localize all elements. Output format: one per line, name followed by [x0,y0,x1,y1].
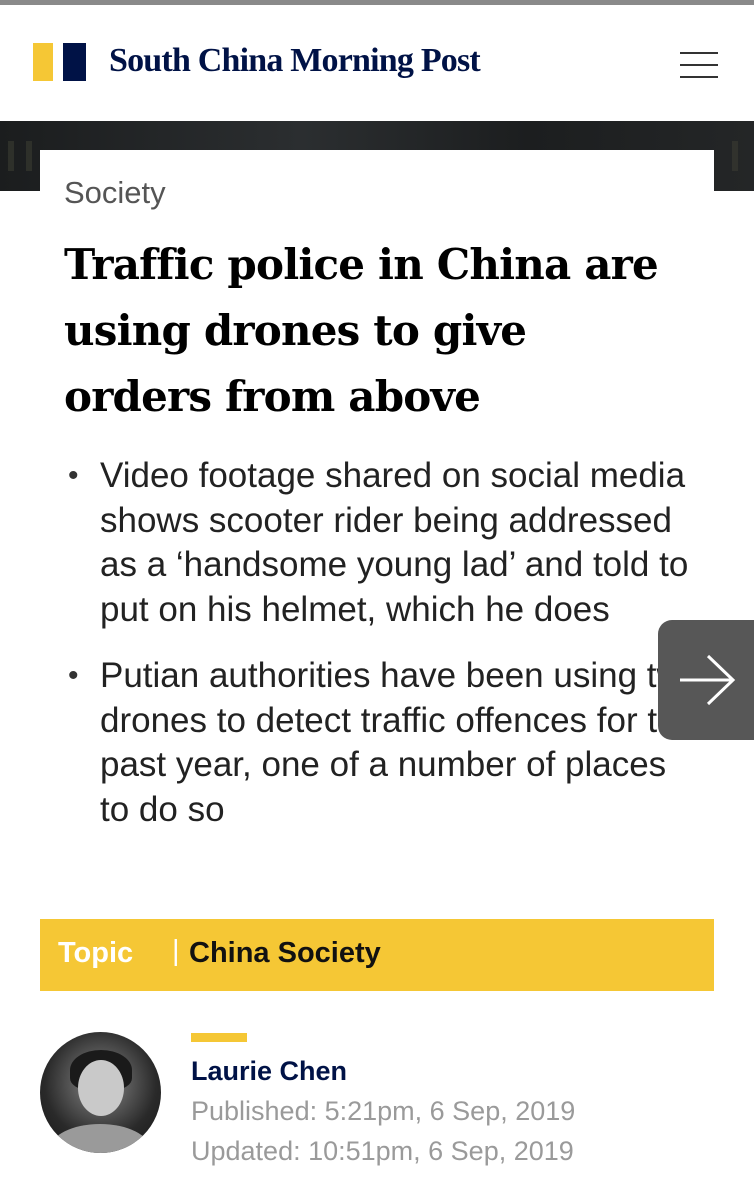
site-header: South China Morning Post [0,5,754,121]
author-accent-rule [191,1033,247,1042]
published-timestamp: Published: 5:21pm, 6 Sep, 2019 [191,1096,576,1126]
hamburger-menu-icon[interactable] [680,50,720,80]
logo-navy-block [63,43,86,81]
summary-bullet: • Video footage shared on social media s… [64,454,704,632]
author-avatar[interactable] [40,1032,161,1153]
bullet-dot-icon: • [68,459,79,492]
summary-bullets: • Video footage shared on social media s… [64,454,704,854]
bullet-dot-icon: • [68,659,79,692]
masthead-title[interactable]: South China Morning Post [109,42,481,80]
summary-bullet-text: Video footage shared on social media sho… [100,456,689,629]
section-label[interactable]: Society [64,175,166,211]
summary-bullet: • Putian authorities have been using two… [64,654,704,832]
summary-bullet-text: Putian authorities have been using two d… [100,656,702,829]
next-article-button[interactable] [658,620,754,740]
article-headline: Traffic police in China are using drones… [64,232,714,430]
topic-bar[interactable]: Topic | China Society [40,919,714,991]
headline-line: orders from above [64,372,481,421]
headline-line: using drones to give [64,306,527,355]
topic-label: Topic [58,937,134,969]
updated-timestamp: Updated: 10:51pm, 6 Sep, 2019 [191,1136,574,1166]
arrow-right-icon [680,654,736,706]
author-name[interactable]: Laurie Chen [191,1056,347,1087]
logo-yellow-block [33,43,53,81]
headline-line: Traffic police in China are [64,240,659,289]
topic-separator: | [172,935,180,967]
topic-link[interactable]: China Society [189,937,381,970]
